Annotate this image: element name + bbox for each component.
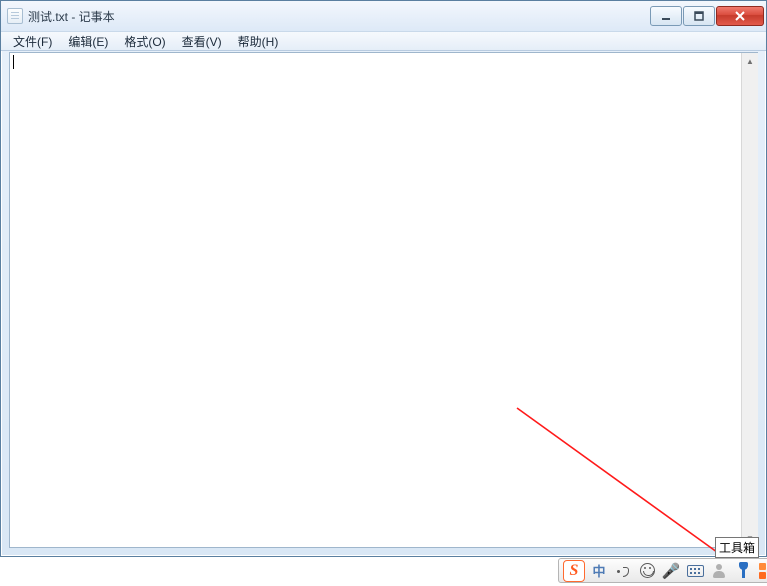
ime-voice-button[interactable]: 🎤 [661,561,681,581]
menu-help[interactable]: 帮助(H) [230,32,287,51]
ime-toolbar[interactable]: 中 🎤 [558,558,767,583]
text-caret [13,55,14,69]
ime-softkeyboard-button[interactable] [685,561,705,581]
menu-format[interactable]: 格式(O) [116,32,173,51]
window-controls [650,6,764,26]
punctuation-icon [615,563,631,579]
ime-account-button[interactable] [709,561,729,581]
ime-mode-button[interactable]: 中 [589,561,609,581]
ime-tooltip: 工具箱 [715,537,759,558]
client-area [9,52,758,548]
ime-emoji-button[interactable] [637,561,657,581]
toolbox-icon [736,563,751,578]
ime-punct-button[interactable] [613,561,633,581]
keyboard-icon [687,565,704,577]
vertical-scrollbar[interactable] [741,53,758,547]
maximize-button[interactable] [683,6,715,26]
titlebar[interactable]: 测试.txt - 记事本 [1,1,766,31]
emoji-icon [640,563,655,578]
app-file-icon [7,8,23,24]
account-icon [712,564,726,578]
app-grid-icon [759,563,767,579]
text-editor[interactable] [10,53,741,547]
close-button[interactable] [716,6,764,26]
menu-view[interactable]: 查看(V) [174,32,230,51]
microphone-icon: 🎤 [662,562,681,580]
minimize-button[interactable] [650,6,682,26]
notepad-window: 测试.txt - 记事本 文件(F) 编辑(E) 格式(O) 查看(V) 帮助(… [0,0,767,557]
menubar: 文件(F) 编辑(E) 格式(O) 查看(V) 帮助(H) [1,31,766,51]
sogou-logo-icon[interactable] [563,560,585,582]
menu-edit[interactable]: 编辑(E) [60,32,116,51]
ime-apps-button[interactable] [757,561,767,581]
ime-mode-label: 中 [592,561,605,580]
scroll-up-icon[interactable] [742,53,758,70]
ime-toolbox-button[interactable] [733,561,753,581]
window-title: 测试.txt - 记事本 [28,8,115,25]
menu-file[interactable]: 文件(F) [5,32,60,51]
